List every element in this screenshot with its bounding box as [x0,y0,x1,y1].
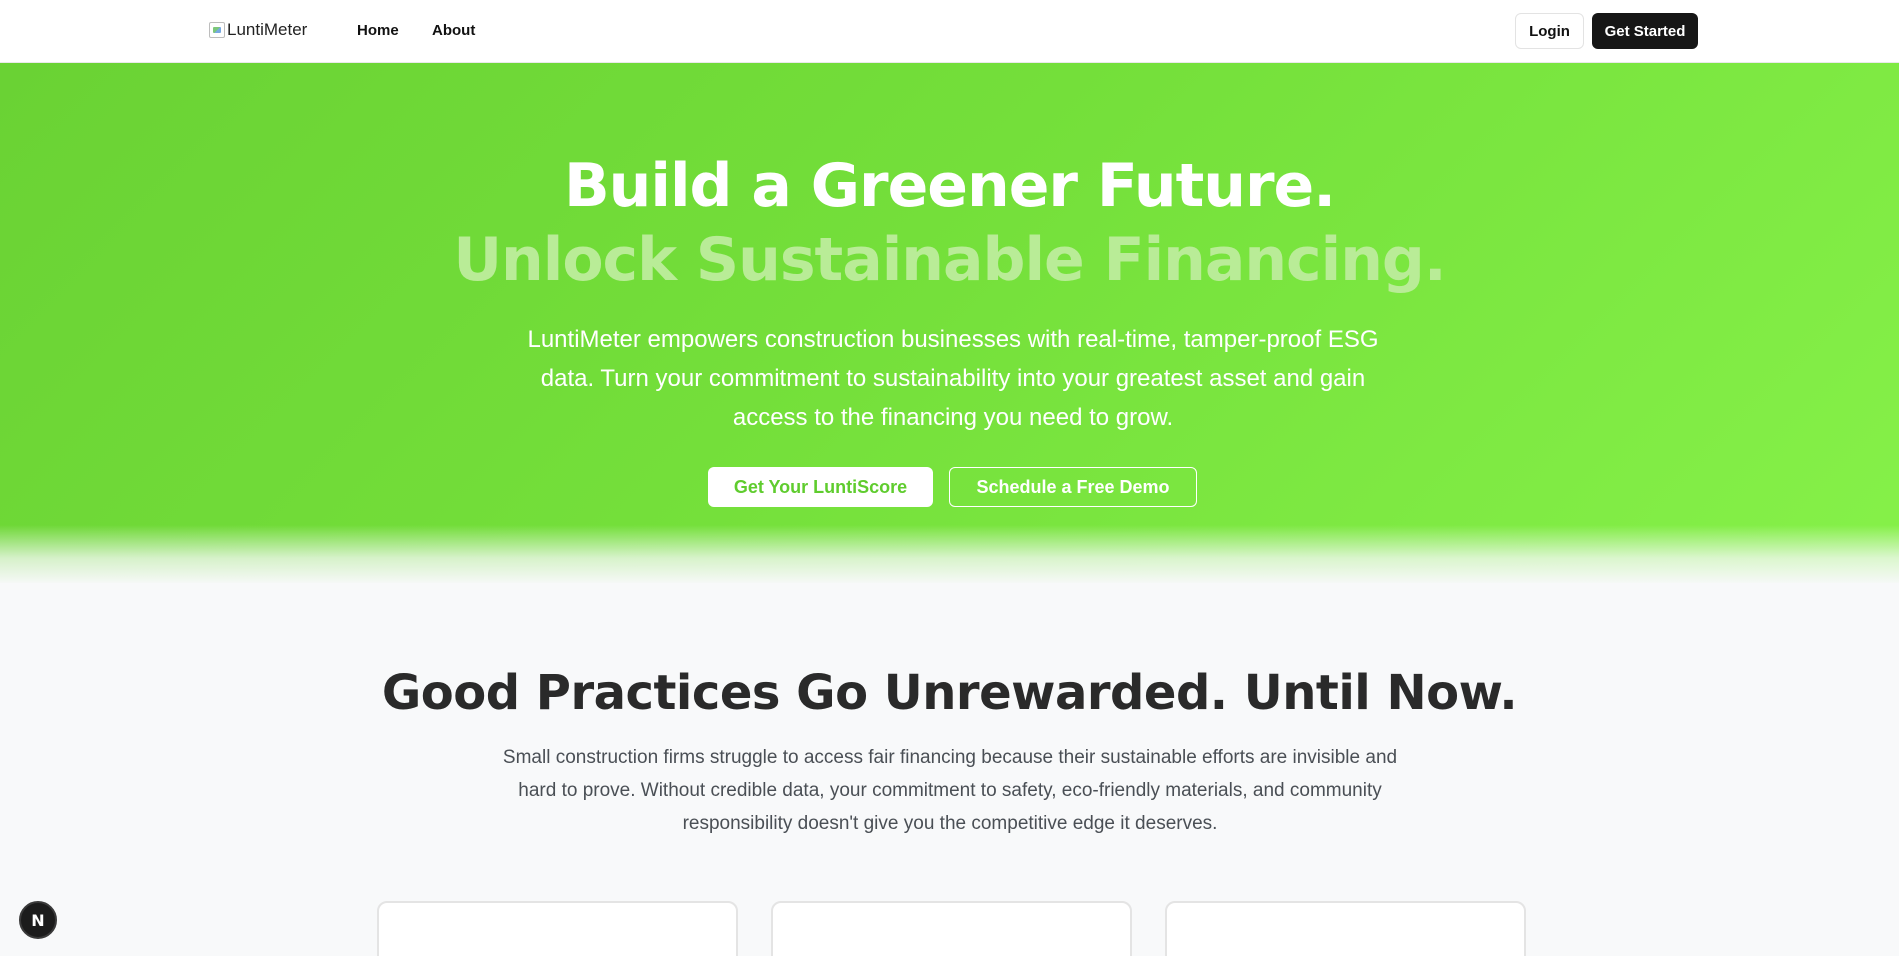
get-started-button[interactable]: Get Started [1592,13,1698,49]
section-description: Small construction firms struggle to acc… [502,747,1398,834]
schedule-demo-button[interactable]: Schedule a Free Demo [949,467,1197,507]
nextjs-dev-badge-icon[interactable]: N [19,901,57,939]
login-button[interactable]: Login [1515,13,1584,49]
feature-card [1165,901,1526,956]
feature-card [377,901,738,956]
hero-description: LuntiMeter empowers construction busines… [527,326,1379,431]
nav-link-home[interactable]: Home [357,22,399,39]
get-luntiscore-button[interactable]: Get Your LuntiScore [708,467,933,507]
hero-title: Build a Greener Future. [563,151,1336,221]
nav-link-about[interactable]: About [432,22,475,39]
section-title: Good Practices Go Unrewarded. Until Now. [381,665,1518,721]
logo[interactable]: LuntiMeter [209,20,307,40]
hero-subtitle: Unlock Sustainable Financing. [453,225,1446,295]
logo-alt-text: LuntiMeter [227,20,308,39]
feature-card [771,901,1132,956]
top-navbar: LuntiMeter Home About Login Get Started [0,0,1899,63]
hero-fade [0,525,1899,585]
broken-image-icon [209,22,225,38]
